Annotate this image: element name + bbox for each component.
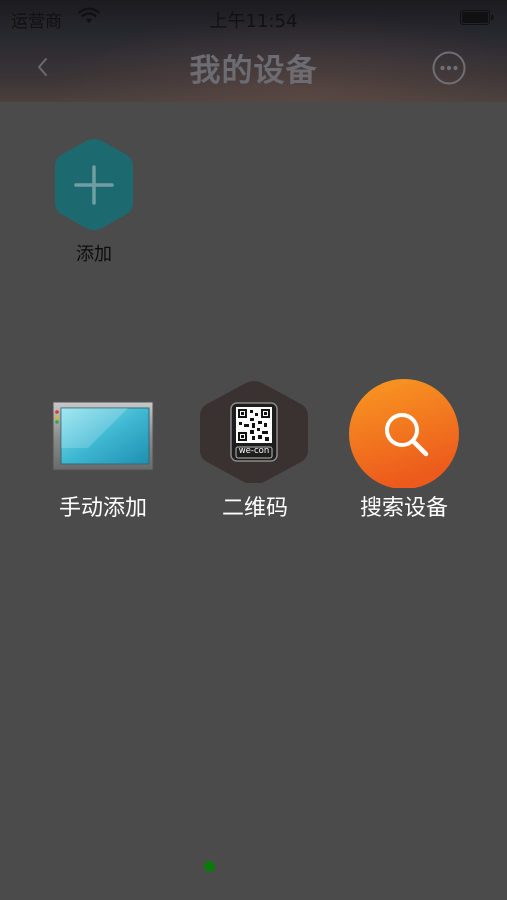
qr-code-label: 二维码 — [221, 496, 288, 521]
hmi-screen-icon — [52, 401, 154, 471]
plus-hexagon-icon — [55, 139, 133, 230]
more-circle-icon — [432, 51, 466, 85]
status-time: 上午11:54 — [209, 11, 298, 32]
qr-brand-text: we-con — [238, 446, 270, 456]
add-device-tile[interactable]: 添加 — [50, 135, 138, 265]
search-device-label: 搜索设备 — [359, 496, 448, 521]
search-device-option[interactable]: 搜索设备 — [329, 378, 479, 528]
status-bar: 运营商 上午11:54 — [0, 0, 507, 36]
manual-add-label: 手动添加 — [58, 496, 147, 521]
add-label: 添加 — [76, 244, 112, 265]
more-button[interactable] — [431, 50, 467, 86]
qr-code-option[interactable]: we-con 二维码 — [180, 378, 330, 528]
qr-code-icon — [200, 381, 308, 483]
battery-icon — [460, 10, 494, 25]
manual-add-option[interactable]: 手动添加 — [28, 378, 178, 528]
search-icon — [349, 379, 459, 488]
page-indicator-dot — [204, 861, 215, 872]
